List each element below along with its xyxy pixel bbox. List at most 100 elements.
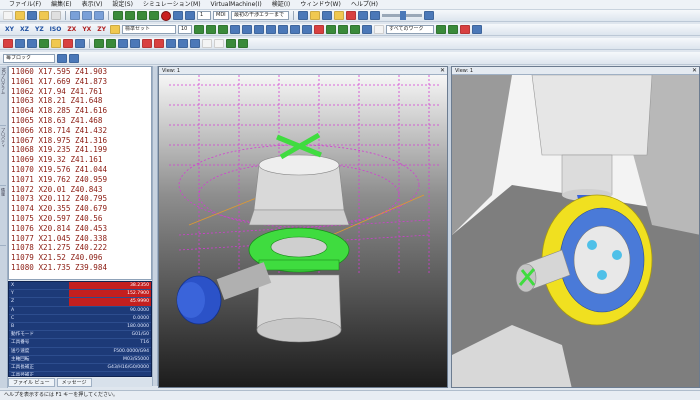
axis-icon[interactable] [118, 39, 128, 48]
view-zx-button[interactable]: ZX [65, 26, 78, 33]
machine-icon[interactable] [3, 39, 13, 48]
nc-line[interactable]: 11069 X19.32 Z41.161 [9, 155, 151, 165]
nc-line[interactable]: 11079 X21.52 Z40.096 [9, 253, 151, 263]
view-icon[interactable] [298, 11, 308, 20]
grid-icon[interactable] [322, 11, 332, 20]
origin-icon[interactable] [130, 39, 140, 48]
nc-line[interactable]: 11066 X18.714 Z41.432 [9, 126, 151, 136]
nc-line[interactable]: 11075 X20.597 Z40.56 [9, 214, 151, 224]
edit-icon[interactable] [374, 25, 384, 34]
open-folder-icon[interactable] [15, 11, 25, 20]
holder-icon[interactable] [63, 39, 73, 48]
nc-program-panel[interactable]: 11060 X17.595 Z41.903 11061 X17.669 Z41.8… [8, 66, 152, 280]
block-mode-combo[interactable]: 毎ブロック [3, 53, 55, 63]
tab-messages[interactable]: メッセージ [56, 378, 92, 387]
rewind-icon[interactable] [173, 11, 183, 20]
print-icon[interactable] [51, 11, 61, 20]
folder-icon[interactable] [310, 11, 320, 20]
report-icon[interactable] [472, 25, 482, 34]
menu-settings[interactable]: 設定(S) [107, 0, 138, 10]
save-icon[interactable] [27, 11, 37, 20]
wireframe-icon[interactable] [338, 25, 348, 34]
fixture-icon[interactable] [27, 39, 37, 48]
simulation-viewport[interactable]: View: 1 ✕ [158, 66, 448, 388]
zoom-fit-icon[interactable] [266, 25, 276, 34]
rotate-right-icon[interactable] [218, 25, 228, 34]
fast-forward-icon[interactable] [137, 11, 147, 20]
section-icon[interactable] [314, 25, 324, 34]
stop-square-icon[interactable] [185, 11, 195, 20]
new-file-icon[interactable] [3, 11, 13, 20]
close-icon[interactable]: ✕ [692, 67, 697, 75]
menu-verify[interactable]: 検証(I) [267, 0, 295, 10]
cancel-icon[interactable] [346, 11, 356, 20]
nc-line[interactable]: 11068 X19.235 Z41.199 [9, 145, 151, 155]
view-xy-button[interactable]: XY [3, 26, 16, 33]
translucent-icon[interactable] [350, 25, 360, 34]
step-icon[interactable] [125, 11, 135, 20]
cylinder-icon[interactable] [178, 39, 188, 48]
chart-icon[interactable] [370, 11, 380, 20]
layer-icon[interactable] [94, 39, 104, 48]
gouge-icon[interactable] [460, 25, 470, 34]
nc-line[interactable]: 11062 X17.94 Z41.761 [9, 87, 151, 97]
zoom-window-icon[interactable] [278, 25, 288, 34]
light-icon[interactable] [190, 39, 200, 48]
snapshot-icon[interactable] [202, 39, 212, 48]
view-yz-button[interactable]: YZ [33, 26, 46, 33]
table-icon[interactable] [358, 11, 368, 20]
nc-line[interactable]: 11073 X20.112 Z40.795 [9, 194, 151, 204]
view-number-combo[interactable]: 10 [178, 25, 192, 34]
nc-line[interactable]: 11061 X17.669 Z41.873 [9, 77, 151, 87]
stop-icon[interactable] [161, 10, 171, 21]
arrow-up-icon[interactable] [290, 25, 300, 34]
strip-tab-props[interactable]: プロパティ [0, 126, 6, 186]
limit-icon[interactable] [154, 39, 164, 48]
view-preset-icon[interactable] [110, 25, 120, 34]
step-back-icon[interactable] [149, 11, 159, 20]
zoom-in-icon[interactable] [242, 25, 252, 34]
dropdown-icon[interactable] [94, 11, 104, 20]
view-zy-button[interactable]: ZY [95, 26, 108, 33]
menu-simulation[interactable]: シミュレーション(M) [138, 0, 206, 10]
strip-tab-nc[interactable]: NCプログラム [0, 66, 6, 126]
nc-line[interactable]: 11064 X18.285 Z41.616 [9, 106, 151, 116]
nc-line[interactable]: 11060 X17.595 Z41.903 [9, 67, 151, 77]
stock-icon[interactable] [436, 25, 446, 34]
layer2-icon[interactable] [106, 39, 116, 48]
measure-icon[interactable] [362, 25, 372, 34]
menu-window[interactable]: ウィンドウ(W) [295, 0, 346, 10]
zoom-out-icon[interactable] [254, 25, 264, 34]
settings-icon[interactable] [424, 11, 434, 20]
rotate-icon[interactable] [194, 25, 204, 34]
path-icon[interactable] [75, 39, 85, 48]
folder-icon[interactable] [334, 11, 344, 20]
nc-line[interactable]: 11072 X20.01 Z40.843 [9, 185, 151, 195]
nc-line[interactable]: 11080 X21.735 Z39.984 [9, 263, 151, 273]
tool-view-icon[interactable] [51, 39, 61, 48]
nc-line[interactable]: 11063 X18.21 Z41.648 [9, 96, 151, 106]
run-to-combo[interactable]: 最初の干渉エラーまで [231, 11, 289, 20]
collision-icon[interactable] [142, 39, 152, 48]
speed-combo[interactable]: 1 [197, 11, 211, 20]
nc-line[interactable]: 11074 X20.355 Z40.679 [9, 204, 151, 214]
rotate-left-icon[interactable] [206, 25, 216, 34]
view-iso-button[interactable]: ISO [48, 26, 64, 33]
menu-virtualmachine[interactable]: VirtualMachine(I) [206, 0, 267, 10]
shade-icon[interactable] [326, 25, 336, 34]
nc-line[interactable]: 11076 X20.814 Z40.453 [9, 224, 151, 234]
nc-line[interactable]: 11077 X21.045 Z40.338 [9, 234, 151, 244]
view-xz-button[interactable]: XZ [18, 26, 31, 33]
pan-icon[interactable] [230, 25, 240, 34]
slider-thumb[interactable] [400, 11, 406, 20]
nc-line[interactable]: 11070 X19.576 Z41.044 [9, 165, 151, 175]
tab-file-view[interactable]: ファイル ビュー [8, 378, 55, 387]
nc-line[interactable]: 11071 X19.762 Z40.959 [9, 175, 151, 185]
menu-help[interactable]: ヘルプ(H) [346, 0, 383, 10]
block-step-icon[interactable] [57, 53, 67, 63]
view-set-combo[interactable]: 標準セット [122, 25, 176, 34]
strip-tab-info[interactable]: 情報 [0, 186, 6, 246]
machine-viewport[interactable]: View: 1 ✕ [451, 66, 700, 388]
nc-line[interactable]: 11078 X21.275 Z40.222 [9, 243, 151, 253]
nc-line[interactable]: 11067 X18.975 Z41.316 [9, 136, 151, 146]
